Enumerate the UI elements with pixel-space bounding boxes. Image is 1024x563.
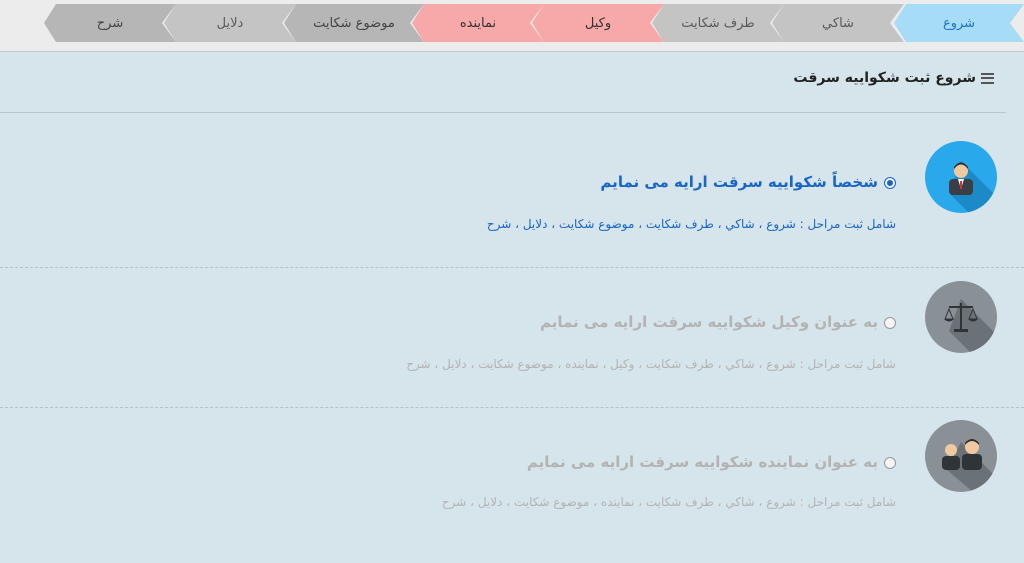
section-header: شروع ثبت شكواييه سرقت (793, 70, 994, 86)
scales-icon (925, 281, 997, 353)
radio-lawyer[interactable] (884, 316, 896, 329)
group-icon (925, 420, 997, 492)
option-title: به عنوان وكيل شكواييه سرقت ارايه مى نماي… (540, 313, 896, 331)
option-title: به عنوان نماينده شكواييه سرقت ارايه مى ن… (527, 453, 896, 471)
step-description[interactable]: شرح (44, 4, 176, 42)
option-subtitle: شامل ثبت مراحل : شروع ، شاكي ، طرف شکايت… (486, 217, 896, 231)
step-evidence[interactable]: دلايل (164, 4, 296, 42)
step-representative[interactable]: نماينده (412, 4, 544, 42)
header-divider (0, 112, 1006, 113)
radio-personal[interactable] (884, 176, 896, 189)
option-representative[interactable]: به عنوان نماينده شكواييه سرقت ارايه مى ن… (0, 408, 1024, 548)
step-plaintiff[interactable]: شاكي (772, 4, 904, 42)
step-complaint-subject[interactable]: موضوع شکايت (284, 4, 424, 42)
option-subtitle: شامل ثبت مراحل : شروع ، شاكي ، طرف شکايت… (406, 357, 896, 371)
option-lawyer[interactable]: به عنوان وكيل شكواييه سرقت ارايه مى نماي… (0, 268, 1024, 408)
person-icon (925, 141, 997, 213)
option-subtitle: شامل ثبت مراحل : شروع ، شاكي ، طرف شکايت… (441, 495, 896, 509)
option-title: شخصاً شكواييه سرقت ارايه مى نمايم (600, 173, 896, 191)
radio-representative[interactable] (884, 456, 896, 469)
step-lawyer[interactable]: وكيل (532, 4, 664, 42)
step-defendant[interactable]: طرف شکايت (652, 4, 784, 42)
wizard-steps-bar: شروع شاكي طرف شکايت وكيل نماينده موضوع ش… (0, 0, 1024, 52)
option-personal[interactable]: شخصاً شكواييه سرقت ارايه مى نمايم شامل ث… (0, 128, 1024, 268)
list-icon (981, 72, 994, 84)
section-title: شروع ثبت شكواييه سرقت (793, 70, 976, 86)
step-start[interactable]: شروع (894, 4, 1024, 42)
